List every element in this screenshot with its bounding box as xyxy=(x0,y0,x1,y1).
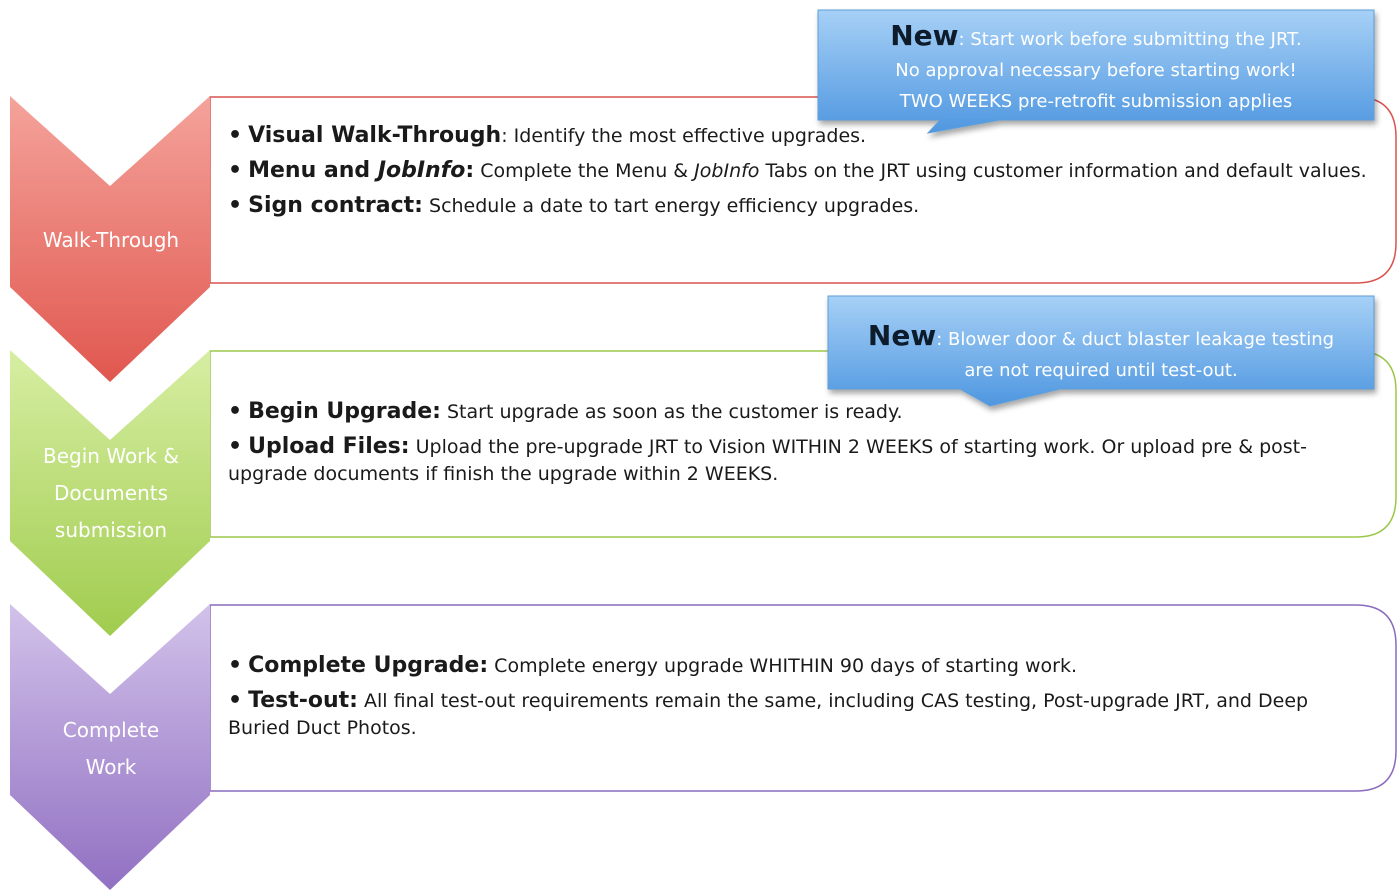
bullet-begin-upgrade: • Begin Upgrade: Start upgrade as soon a… xyxy=(228,399,903,424)
stage3-label-line: Complete xyxy=(62,718,160,742)
new-tag: New xyxy=(867,319,937,352)
bullet-heading: Sign contract xyxy=(248,193,415,218)
stage2-label-line: submission xyxy=(54,518,168,542)
stage1-label: Walk-Through xyxy=(16,222,206,259)
bullet-text: All final test-out requirements remain t… xyxy=(228,690,1309,739)
stage1-label-line: Walk-Through xyxy=(42,228,180,252)
stage2-bullets: • Begin Upgrade: Start upgrade as soon a… xyxy=(228,398,1373,495)
bullet-colon: : xyxy=(400,434,410,459)
new-tag: New xyxy=(890,19,959,52)
stage3-label: Complete Work xyxy=(16,712,206,786)
callout-line: New: Blower door & duct blaster leakage … xyxy=(867,319,1335,352)
bullet-heading: Complete Upgrade xyxy=(248,653,480,678)
bullet-heading: Begin Upgrade xyxy=(248,399,433,424)
bullet-heading: Upload Files xyxy=(248,434,401,459)
bullet-colon: : xyxy=(465,158,475,183)
bullet-test-out: • Test-out: All final test-out requireme… xyxy=(228,688,1309,739)
bullet-text: Start upgrade as soon as the customer is… xyxy=(440,401,903,423)
stage2-label-line: Documents xyxy=(53,481,169,505)
bullet-heading: Visual Walk-Through xyxy=(248,123,502,148)
bullet-colon: : xyxy=(479,653,489,678)
bullet-text: Complete energy upgrade WHITHIN 90 days … xyxy=(488,655,1078,677)
bullet-sign-contract: • Sign contract: Schedule a date to tart… xyxy=(228,193,920,218)
bullet-text: Complete the Menu & JobInfo Tabs on the … xyxy=(474,160,1367,182)
callout-line: are not required until test-out. xyxy=(964,360,1238,381)
stage2-label: Begin Work & Documents submission xyxy=(16,438,206,549)
bullet-text: Schedule a date to tart energy efficienc… xyxy=(422,195,920,217)
bullet-upload-files: • Upload Files: Upload the pre-upgrade J… xyxy=(228,434,1307,485)
stage3-label-line: Work xyxy=(85,755,137,779)
callout-start-work: New: Start work before submitting the JR… xyxy=(818,20,1374,117)
callout-line: TWO WEEKS pre-retrofit submission applie… xyxy=(899,91,1293,112)
bullet-heading: Menu and JobInfo xyxy=(248,158,466,183)
callout-leakage-testing: New: Blower door & duct blaster leakage … xyxy=(828,320,1374,386)
bullet-colon: : xyxy=(432,399,441,424)
bullet-text: Identify the most effective upgrades. xyxy=(507,125,867,147)
bullet-colon: : xyxy=(414,193,423,218)
bullet-menu-jobinfo: • Menu and JobInfo: Complete the Menu & … xyxy=(228,158,1367,183)
bullet-complete-upgrade: • Complete Upgrade: Complete energy upgr… xyxy=(228,653,1078,678)
stage3-bullets: • Complete Upgrade: Complete energy upgr… xyxy=(228,652,1373,749)
stage2-label-line: Begin Work & xyxy=(43,444,179,468)
callout-line: No approval necessary before starting wo… xyxy=(895,60,1297,81)
bullet-colon: : xyxy=(349,688,358,713)
bullet-visual-walkthrough: • Visual Walk-Through: Identify the most… xyxy=(228,123,867,148)
bullet-heading: Test-out xyxy=(248,688,350,713)
stage1-bullets: • Visual Walk-Through: Identify the most… xyxy=(228,122,1373,227)
callout-line: New: Start work before submitting the JR… xyxy=(890,19,1302,52)
